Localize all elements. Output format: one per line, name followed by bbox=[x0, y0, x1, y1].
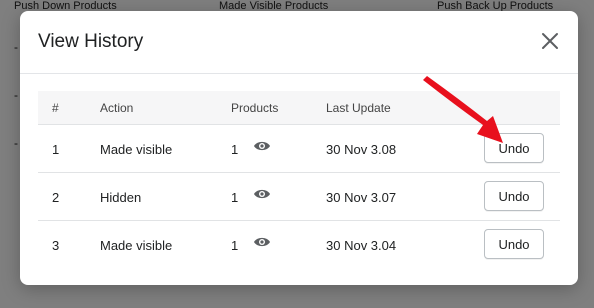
table-row: 3 Made visible 1 30 Nov 3.04 Undo bbox=[38, 221, 560, 268]
undo-button[interactable]: Undo bbox=[484, 229, 544, 259]
undo-button[interactable]: Undo bbox=[484, 181, 544, 211]
row-action: Made visible bbox=[100, 142, 173, 157]
eye-icon[interactable] bbox=[253, 187, 271, 201]
modal-title: View History bbox=[38, 31, 144, 52]
eye-icon[interactable] bbox=[253, 235, 271, 249]
eye-icon[interactable] bbox=[253, 139, 271, 153]
row-action: Made visible bbox=[100, 238, 173, 253]
modal-header: View History bbox=[20, 11, 578, 74]
row-number: 3 bbox=[52, 238, 60, 253]
row-last-update: 30 Nov 3.04 bbox=[326, 238, 397, 253]
row-action: Hidden bbox=[100, 190, 142, 205]
close-icon[interactable] bbox=[540, 31, 560, 51]
row-products-count: 1 bbox=[231, 190, 239, 205]
row-products-count: 1 bbox=[231, 142, 239, 157]
header-last-update: Last Update bbox=[326, 101, 391, 115]
header-number: # bbox=[52, 101, 59, 115]
view-history-modal: View History # Action Products Last Upda… bbox=[20, 11, 578, 285]
row-products-count: 1 bbox=[231, 238, 239, 253]
row-last-update: 30 Nov 3.07 bbox=[326, 190, 397, 205]
row-number: 2 bbox=[52, 190, 60, 205]
header-products: Products bbox=[231, 101, 279, 115]
header-action: Action bbox=[100, 101, 134, 115]
row-last-update: 30 Nov 3.08 bbox=[326, 142, 397, 157]
row-number: 1 bbox=[52, 142, 60, 157]
red-arrow-icon bbox=[423, 76, 503, 143]
table-row: 2 Hidden 1 30 Nov 3.07 Undo bbox=[38, 173, 560, 221]
